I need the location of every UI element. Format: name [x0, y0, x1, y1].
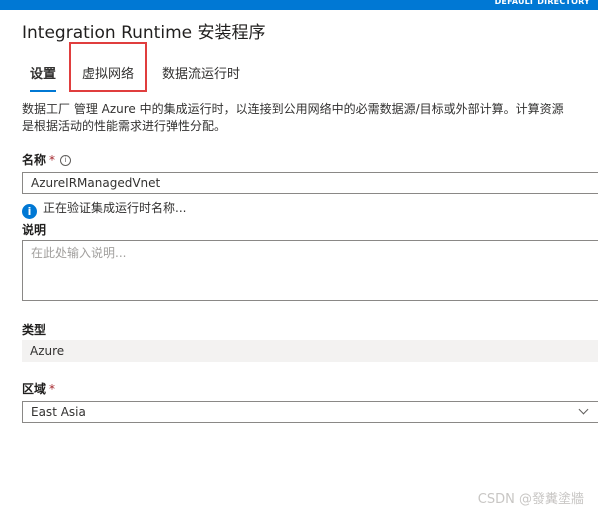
virtual-network-highlight-box — [69, 42, 147, 92]
required-mark: * — [49, 382, 56, 396]
region-select[interactable]: East Asia — [22, 401, 598, 423]
chevron-down-icon — [578, 404, 589, 415]
type-label: 类型 — [22, 323, 47, 337]
region-select-value: East Asia — [31, 405, 86, 419]
name-input[interactable]: AzureIRManagedVnet — [22, 172, 598, 194]
top-bar: DEFAULT DIRECTORY — [0, 0, 598, 10]
region-label-text: 区域 — [22, 382, 47, 396]
info-circle-icon: i — [22, 204, 37, 219]
description-label: 说明 — [22, 223, 47, 237]
page-title: Integration Runtime 安装程序 — [22, 23, 266, 43]
tab-dataflow-runtime[interactable]: 数据流运行时 — [162, 60, 240, 90]
required-mark: * — [49, 153, 56, 167]
intro-description-line-2: 是根据活动的性能需求进行弹性分配。 — [22, 119, 227, 133]
intro-description-line-1: 数据工厂 管理 Azure 中的集成运行时，以连接到公用网络中的必需数据源/目标… — [22, 102, 564, 116]
description-textarea[interactable]: 在此处输入说明... — [22, 240, 598, 301]
region-label: 区域 * — [22, 380, 55, 397]
type-value: Azure — [22, 340, 598, 362]
tab-settings[interactable]: 设置 — [30, 60, 57, 92]
validation-message: i 正在验证集成运行时名称... — [22, 200, 186, 219]
validation-text: 正在验证集成运行时名称... — [43, 201, 187, 215]
watermark: CSDN @發糞塗牆 — [477, 492, 584, 507]
directory-label: DEFAULT DIRECTORY — [494, 0, 590, 6]
name-label-text: 名称 — [22, 153, 47, 167]
info-icon[interactable]: i — [60, 155, 72, 166]
name-label: 名称 * i — [22, 151, 72, 168]
intro-description: 数据工厂 管理 Azure 中的集成运行时，以连接到公用网络中的必需数据源/目标… — [22, 101, 598, 135]
